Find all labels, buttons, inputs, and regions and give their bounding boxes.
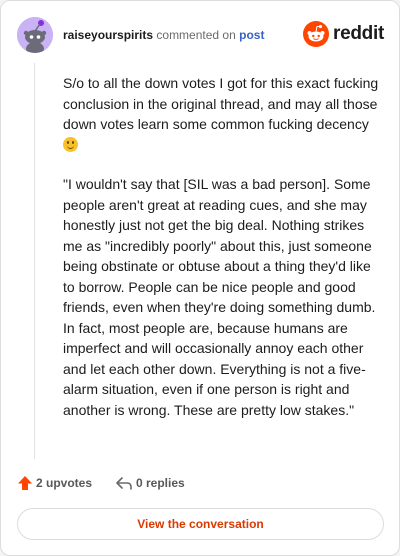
view-conversation-button[interactable]: View the conversation bbox=[17, 508, 384, 540]
upvotes-label: 2 upvotes bbox=[36, 476, 93, 490]
reply-arrow-icon bbox=[116, 477, 132, 490]
avatar[interactable] bbox=[17, 17, 53, 53]
comment-body: S/o to all the down votes I got for this… bbox=[63, 73, 383, 439]
upvotes-count[interactable]: 2 upvotes bbox=[17, 475, 92, 491]
comment-paragraph: S/o to all the down votes I got for this… bbox=[63, 73, 383, 155]
replies-label: 0 replies bbox=[136, 476, 185, 490]
snoo-avatar-icon bbox=[17, 17, 53, 53]
comment-meta: raiseyourspirits commented on post bbox=[63, 27, 264, 43]
embedded-comment-card: raiseyourspirits commented on post reddi… bbox=[0, 0, 400, 556]
thread-line bbox=[34, 63, 35, 459]
username-link[interactable]: raiseyourspirits bbox=[63, 28, 153, 42]
comment-paragraph-text: S/o to all the down votes I got for this… bbox=[63, 75, 379, 132]
reddit-wordmark: reddit bbox=[333, 23, 384, 44]
post-link[interactable]: post bbox=[239, 28, 264, 42]
reddit-logo-icon bbox=[303, 21, 329, 47]
replies-count[interactable]: 0 replies bbox=[115, 475, 185, 491]
comment-header: raiseyourspirits commented on post reddi… bbox=[17, 17, 384, 53]
slightly-smiling-face-icon bbox=[63, 136, 78, 152]
upvote-arrow-icon bbox=[18, 476, 32, 490]
comment-paragraph: "I wouldn't say that [SIL was a bad pers… bbox=[63, 176, 376, 418]
reddit-logo[interactable]: reddit bbox=[303, 21, 384, 47]
action-text: commented on bbox=[156, 28, 236, 42]
